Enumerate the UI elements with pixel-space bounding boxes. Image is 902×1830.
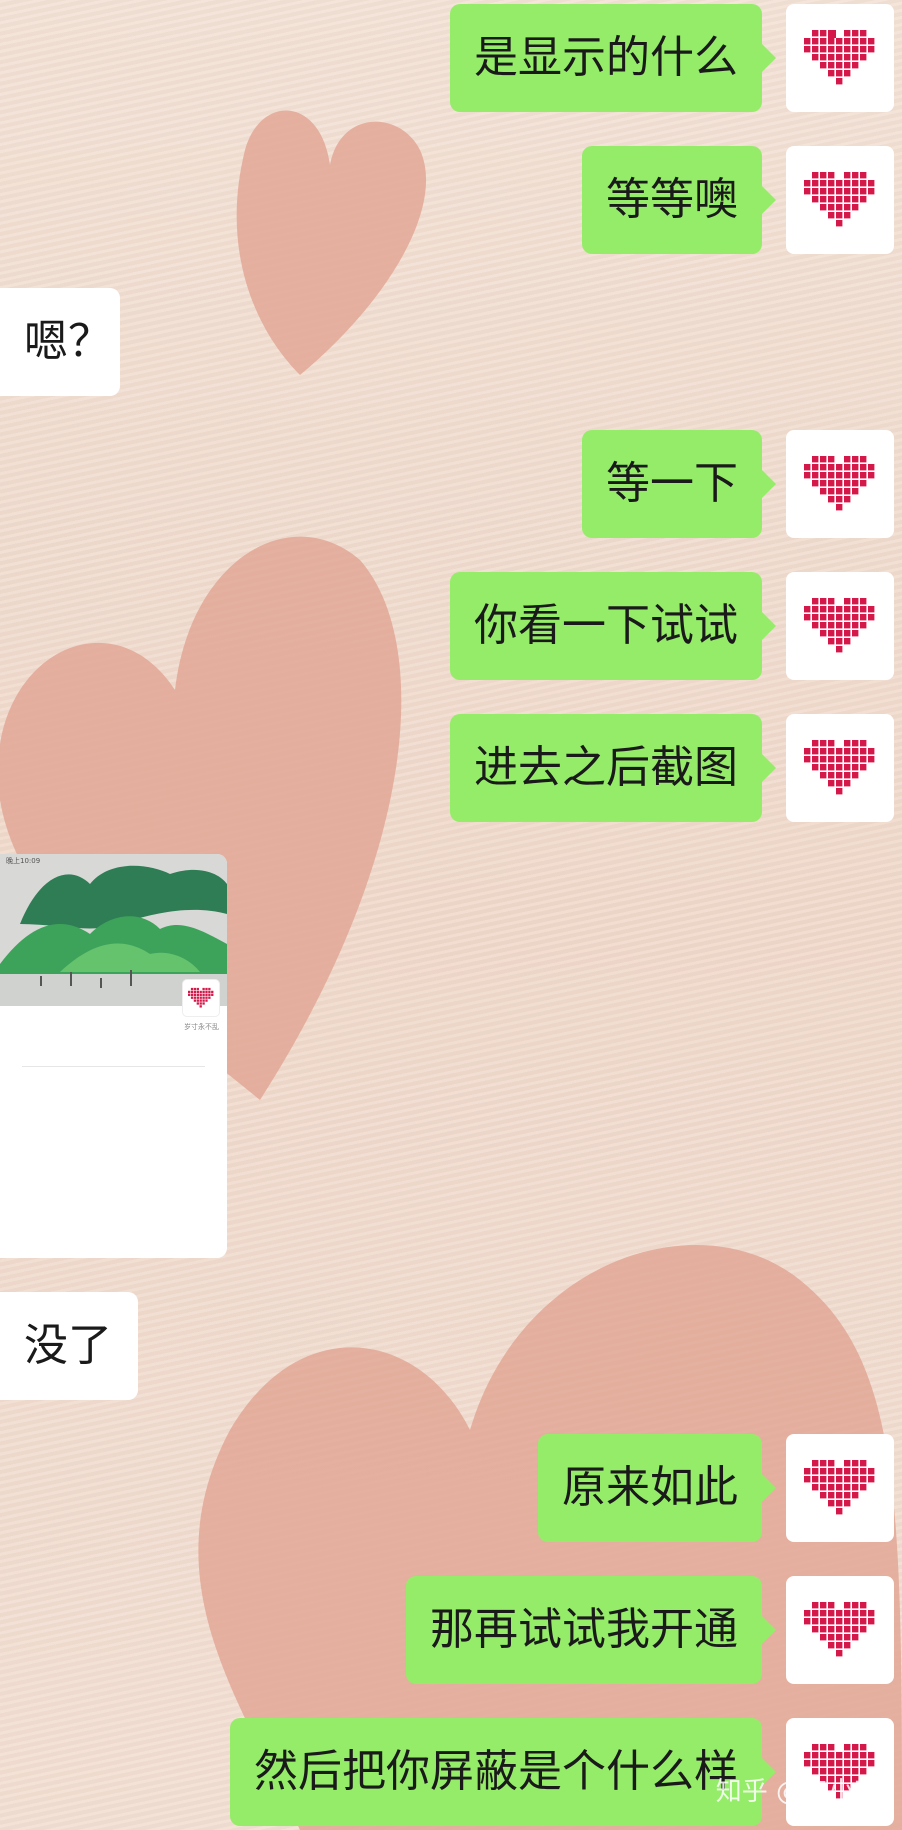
outgoing-message[interactable]: 等一下 [582,430,776,538]
shared-image-status-time: 晚上10:09 [6,857,41,865]
outgoing-message[interactable]: 然后把你屏蔽是个什么样 [230,1718,776,1826]
avatar[interactable] [786,1576,894,1684]
avatar[interactable] [786,430,894,538]
outgoing-message[interactable]: 等等噢 [582,146,776,254]
outgoing-message[interactable]: 是显示的什么 [450,4,776,112]
avatar [183,980,219,1016]
outgoing-message[interactable]: 进去之后截图 [450,714,776,822]
outgoing-message[interactable]: 你看一下试试 [450,572,776,680]
avatar[interactable] [786,1434,894,1542]
incoming-message[interactable]: 没了 [0,1292,138,1400]
avatar[interactable] [786,714,894,822]
incoming-image-message[interactable]: 晚上10:09 岁寸永不乱 [0,854,227,1258]
avatar[interactable] [786,146,894,254]
avatar[interactable] [786,4,894,112]
outgoing-message[interactable]: 那再试试我开通 [406,1576,776,1684]
divider [22,1066,205,1067]
avatar[interactable] [786,572,894,680]
outgoing-message[interactable]: 原来如此 [538,1434,776,1542]
chat-message-list: 是显示的什么 等等噢 嗯？ 等一下 你看一下试试 进去之后截图 晚上10:09 … [0,0,902,1830]
shared-image-caption: 岁寸永不乱 [184,1023,219,1031]
incoming-message[interactable]: 嗯？ [0,288,120,396]
watermark: 知乎 @韦小宛 [715,1777,880,1807]
